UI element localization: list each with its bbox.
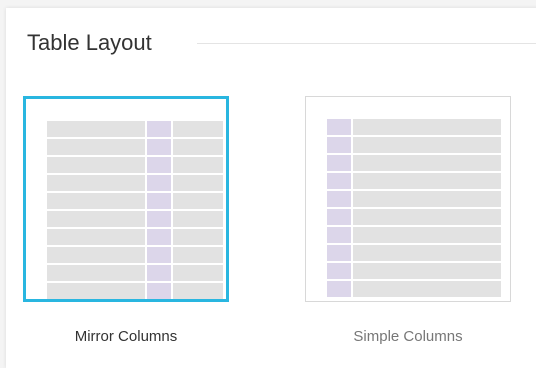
thumbnail-row (327, 173, 501, 189)
thumbnail-accent-cell (147, 247, 171, 263)
thumbnail-accent-cell (147, 121, 171, 137)
thumbnail-accent-cell (147, 283, 171, 299)
thumbnail-accent-cell (147, 139, 171, 155)
thumbnail-cell (353, 173, 501, 189)
simple-columns-label: Simple Columns (353, 328, 463, 345)
thumbnail-row (47, 175, 223, 191)
thumbnail-accent-cell (327, 227, 351, 243)
thumbnail-accent-cell (327, 281, 351, 297)
thumbnail-cell (353, 281, 501, 297)
thumbnail-accent-cell (147, 193, 171, 209)
thumbnail-row (327, 263, 501, 279)
thumbnail-cell (47, 265, 145, 281)
section-title: Table Layout (27, 30, 152, 55)
thumbnail-accent-cell (327, 263, 351, 279)
thumbnail-cell (47, 247, 145, 263)
thumbnail-row (327, 245, 501, 261)
thumbnail-row (47, 283, 223, 299)
thumbnail-cell (353, 137, 501, 153)
thumbnail-cell (353, 209, 501, 225)
thumbnail-cell (353, 263, 501, 279)
thumbnail-row (327, 119, 501, 135)
thumbnail-cell (47, 229, 145, 245)
thumbnail-accent-cell (327, 245, 351, 261)
mirror-columns-label: Mirror Columns (74, 328, 178, 345)
simple-columns-thumbnail[interactable] (305, 96, 511, 302)
thumbnail-accent-cell (147, 265, 171, 281)
thumbnail-cell (173, 139, 223, 155)
thumbnail-row (327, 227, 501, 243)
thumbnail-cell (173, 175, 223, 191)
thumbnail-cell (47, 121, 145, 137)
thumbnail-cell (47, 211, 145, 227)
thumbnail-accent-cell (147, 229, 171, 245)
thumbnail-accent-cell (327, 155, 351, 171)
thumbnail-cell (173, 247, 223, 263)
table-layout-panel: Table Layout Mirror Columns Simple Colum… (6, 8, 536, 368)
thumbnail-row (47, 265, 223, 281)
thumbnail-accent-cell (147, 157, 171, 173)
thumbnail-accent-cell (327, 173, 351, 189)
thumbnail-cell (47, 175, 145, 191)
thumbnail-cell (353, 227, 501, 243)
thumbnail-row (47, 229, 223, 245)
thumbnail-cell (173, 229, 223, 245)
thumbnail-cell (353, 119, 501, 135)
thumbnail-row (47, 247, 223, 263)
thumbnail-row (47, 193, 223, 209)
simple-columns-option[interactable]: Simple Columns (305, 96, 511, 346)
simple-columns-icon (327, 119, 501, 299)
thumbnail-accent-cell (327, 137, 351, 153)
thumbnail-cell (173, 121, 223, 137)
thumbnail-row (327, 191, 501, 207)
thumbnail-row (47, 211, 223, 227)
thumbnail-cell (47, 139, 145, 155)
thumbnail-cell (353, 245, 501, 261)
thumbnail-row (47, 139, 223, 155)
thumbnail-cell (173, 193, 223, 209)
mirror-columns-option[interactable]: Mirror Columns (23, 96, 229, 346)
thumbnail-accent-cell (327, 209, 351, 225)
thumbnail-cell (47, 157, 145, 173)
mirror-columns-icon (47, 121, 223, 301)
thumbnail-cell (353, 191, 501, 207)
thumbnail-cell (47, 193, 145, 209)
thumbnail-cell (173, 265, 223, 281)
thumbnail-cell (173, 283, 223, 299)
thumbnail-accent-cell (327, 191, 351, 207)
section-header: Table Layout (27, 28, 536, 58)
thumbnail-cell (173, 211, 223, 227)
thumbnail-row (327, 137, 501, 153)
thumbnail-accent-cell (147, 211, 171, 227)
thumbnail-row (47, 157, 223, 173)
thumbnail-accent-cell (327, 119, 351, 135)
thumbnail-row (327, 281, 501, 297)
thumbnail-cell (173, 157, 223, 173)
thumbnail-row (327, 209, 501, 225)
thumbnail-cell (353, 155, 501, 171)
thumbnail-accent-cell (147, 175, 171, 191)
thumbnail-row (327, 155, 501, 171)
thumbnail-cell (47, 283, 145, 299)
mirror-columns-thumbnail[interactable] (23, 96, 229, 302)
thumbnail-row (47, 121, 223, 137)
section-divider (197, 43, 536, 44)
